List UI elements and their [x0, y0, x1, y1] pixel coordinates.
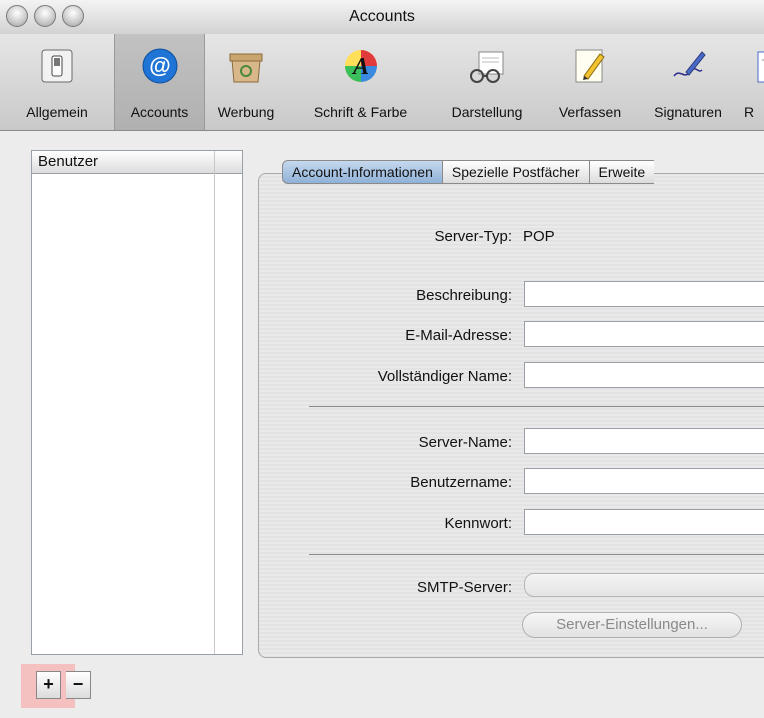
email-field[interactable] [524, 321, 764, 347]
title-bar: Accounts [0, 0, 764, 35]
server-name-label: Server-Name: [418, 434, 512, 451]
toolbar-label: Werbung [217, 104, 275, 120]
rules-icon [757, 51, 764, 83]
toolbar-label: Signaturen [654, 104, 722, 120]
username-field[interactable] [524, 468, 764, 494]
toolbar-item-verfassen[interactable]: Verfassen [542, 34, 638, 130]
smtp-server-label: SMTP-Server: [416, 579, 512, 596]
server-type-label: Server-Typ: [434, 228, 512, 245]
at-sign-icon: @ [142, 48, 177, 84]
toolbar-item-allgemein[interactable]: Allgemein [0, 34, 114, 130]
toolbar-label: Accounts [130, 104, 189, 120]
toolbar-item-darstellung[interactable]: Darstellung [432, 34, 542, 130]
accounts-list-header[interactable]: Benutzer [32, 151, 242, 174]
tab-account-informationen[interactable]: Account-Informationen [282, 160, 443, 184]
password-label: Kennwort: [444, 515, 512, 532]
svg-text:A: A [350, 54, 368, 80]
add-account-button[interactable]: + [36, 671, 61, 699]
toolbar-label: Darstellung [451, 104, 523, 120]
switch-icon [41, 49, 73, 83]
pencil-paper-icon [575, 49, 605, 83]
email-label: E-Mail-Adresse: [405, 327, 512, 344]
password-field[interactable] [524, 509, 764, 535]
remove-account-button[interactable]: − [66, 671, 91, 699]
trash-mail-icon [229, 53, 263, 83]
toolbar-item-werbung[interactable]: Werbung [203, 34, 289, 130]
section-divider [309, 406, 764, 407]
toolbar-item-schrift-farbe[interactable]: A Schrift & Farbe [289, 34, 432, 130]
tab-erweitert[interactable]: Erweite [589, 160, 655, 184]
color-font-icon: A [344, 50, 377, 82]
description-field[interactable] [524, 281, 764, 307]
fullname-label: Vollständiger Name: [377, 368, 512, 385]
server-settings-button[interactable]: Server-Einstellungen... [522, 612, 742, 638]
server-type-value: POP [523, 228, 555, 245]
toolbar-item-regeln[interactable]: R [738, 34, 764, 130]
pen-signature-icon [673, 51, 706, 77]
fullname-field[interactable] [524, 362, 764, 388]
column-divider [214, 151, 215, 654]
preferences-toolbar: Allgemein @ Accounts Werbung A Schrift &… [0, 34, 764, 131]
username-label: Benutzername: [410, 474, 512, 491]
window-title: Accounts [349, 8, 415, 25]
toolbar-item-signaturen[interactable]: Signaturen [638, 34, 738, 130]
svg-text:@: @ [149, 53, 170, 78]
accounts-list-header-label: Benutzer [38, 153, 99, 170]
toolbar-item-accounts[interactable]: @ Accounts [114, 34, 205, 130]
accounts-list[interactable]: Benutzer [31, 150, 243, 655]
toolbar-label: Schrift & Farbe [313, 104, 408, 120]
section-divider [309, 554, 764, 555]
glasses-icon [470, 51, 504, 83]
account-tabs: Account-Informationen Spezielle Postfäch… [282, 160, 655, 184]
description-label: Beschreibung: [416, 287, 512, 304]
toolbar-label: Verfassen [558, 104, 622, 120]
toolbar-label: Allgemein [26, 104, 88, 120]
tab-spezielle-postfaecher[interactable]: Spezielle Postfächer [442, 160, 590, 184]
server-name-field[interactable] [524, 428, 764, 454]
smtp-server-popup[interactable] [524, 573, 764, 597]
toolbar-label: R [744, 104, 755, 120]
